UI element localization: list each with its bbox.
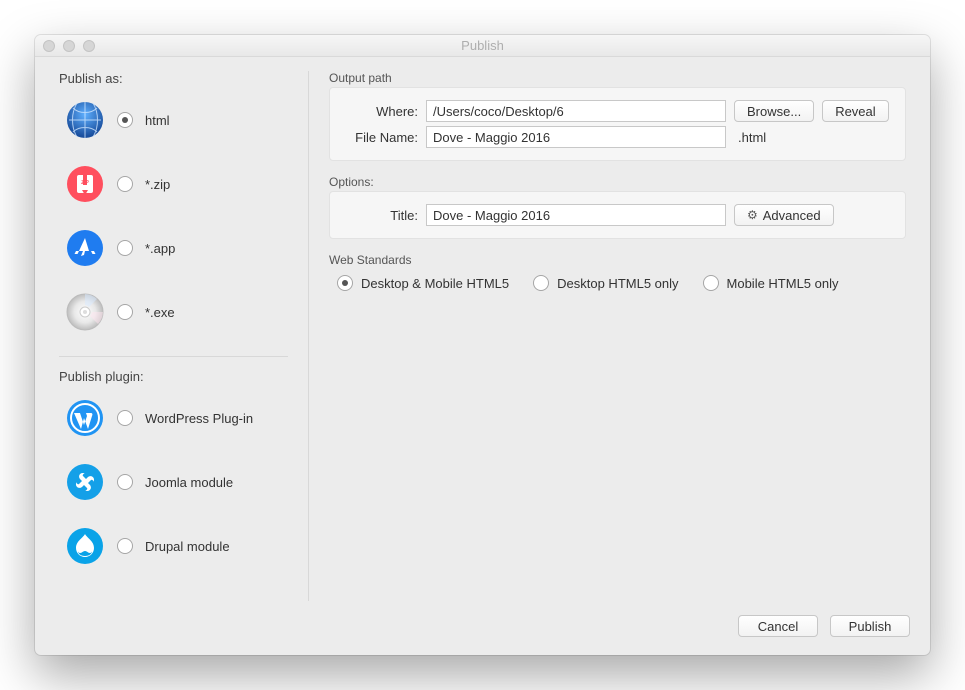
radio-exe-label: *.exe xyxy=(145,305,175,320)
browse-button[interactable]: Browse... xyxy=(734,100,814,122)
radio-drupal-label: Drupal module xyxy=(145,539,230,554)
wordpress-icon xyxy=(65,398,105,438)
radio-zip-label: *.zip xyxy=(145,177,170,192)
where-input[interactable] xyxy=(426,100,726,122)
radio-ws-desktop[interactable] xyxy=(533,275,549,291)
globe-icon xyxy=(65,100,105,140)
titlebar: Publish xyxy=(35,35,930,57)
publish-window: Publish Publish as: html ZIP *.zip xyxy=(35,35,930,655)
options-group: Title: ⚙ Advanced xyxy=(329,191,906,239)
radio-app[interactable] xyxy=(117,240,133,256)
app-store-icon xyxy=(65,228,105,268)
filename-input[interactable] xyxy=(426,126,726,148)
radio-joomla-label: Joomla module xyxy=(145,475,233,490)
sidebar: Publish as: html ZIP *.zip xyxy=(59,71,309,601)
title-label: Title: xyxy=(340,208,418,223)
svg-text:ZIP: ZIP xyxy=(81,180,89,186)
zoom-icon[interactable] xyxy=(83,40,95,52)
zip-icon: ZIP xyxy=(65,164,105,204)
radio-wordpress-label: WordPress Plug-in xyxy=(145,411,253,426)
window-title: Publish xyxy=(35,38,930,53)
publish-as-app[interactable]: *.app xyxy=(59,222,288,286)
options-label: Options: xyxy=(329,175,906,189)
close-icon[interactable] xyxy=(43,40,55,52)
ws-mobile-label: Mobile HTML5 only xyxy=(727,276,839,291)
gear-icon: ⚙ xyxy=(747,208,758,222)
publish-as-label: Publish as: xyxy=(59,71,288,86)
ws-option-both[interactable]: Desktop & Mobile HTML5 xyxy=(337,275,509,291)
ws-desktop-label: Desktop HTML5 only xyxy=(557,276,678,291)
publish-as-exe[interactable]: *.exe xyxy=(59,286,288,350)
disc-icon xyxy=(65,292,105,332)
main-panel: Output path Where: Browse... Reveal File… xyxy=(309,71,906,601)
footer: Cancel Publish xyxy=(35,601,930,655)
ws-option-mobile[interactable]: Mobile HTML5 only xyxy=(703,275,839,291)
ws-option-desktop[interactable]: Desktop HTML5 only xyxy=(533,275,678,291)
publish-plugin-drupal[interactable]: Drupal module xyxy=(59,520,288,584)
radio-app-label: *.app xyxy=(145,241,175,256)
advanced-button[interactable]: ⚙ Advanced xyxy=(734,204,834,226)
where-label: Where: xyxy=(340,104,418,119)
filename-label: File Name: xyxy=(340,130,418,145)
output-path-group: Where: Browse... Reveal File Name: .html xyxy=(329,87,906,161)
publish-plugin-label: Publish plugin: xyxy=(59,369,288,384)
publish-button[interactable]: Publish xyxy=(830,615,910,637)
publish-as-zip[interactable]: ZIP *.zip xyxy=(59,158,288,222)
web-standards-group: Desktop & Mobile HTML5 Desktop HTML5 onl… xyxy=(329,269,906,297)
title-input[interactable] xyxy=(426,204,726,226)
web-standards-label: Web Standards xyxy=(329,253,906,267)
publish-plugin-joomla[interactable]: Joomla module xyxy=(59,456,288,520)
radio-drupal[interactable] xyxy=(117,538,133,554)
content-area: Publish as: html ZIP *.zip xyxy=(35,57,930,601)
reveal-button[interactable]: Reveal xyxy=(822,100,888,122)
sidebar-divider xyxy=(59,356,288,357)
joomla-icon xyxy=(65,462,105,502)
radio-exe[interactable] xyxy=(117,304,133,320)
radio-zip[interactable] xyxy=(117,176,133,192)
radio-ws-both[interactable] xyxy=(337,275,353,291)
minimize-icon[interactable] xyxy=(63,40,75,52)
traffic-lights xyxy=(43,40,95,52)
drupal-icon xyxy=(65,526,105,566)
radio-ws-mobile[interactable] xyxy=(703,275,719,291)
cancel-button[interactable]: Cancel xyxy=(738,615,818,637)
publish-plugin-wordpress[interactable]: WordPress Plug-in xyxy=(59,392,288,456)
ws-both-label: Desktop & Mobile HTML5 xyxy=(361,276,509,291)
output-path-label: Output path xyxy=(329,71,906,85)
radio-html-label: html xyxy=(145,113,170,128)
radio-joomla[interactable] xyxy=(117,474,133,490)
radio-wordpress[interactable] xyxy=(117,410,133,426)
radio-html[interactable] xyxy=(117,112,133,128)
publish-as-html[interactable]: html xyxy=(59,94,288,158)
filename-suffix: .html xyxy=(738,130,766,145)
